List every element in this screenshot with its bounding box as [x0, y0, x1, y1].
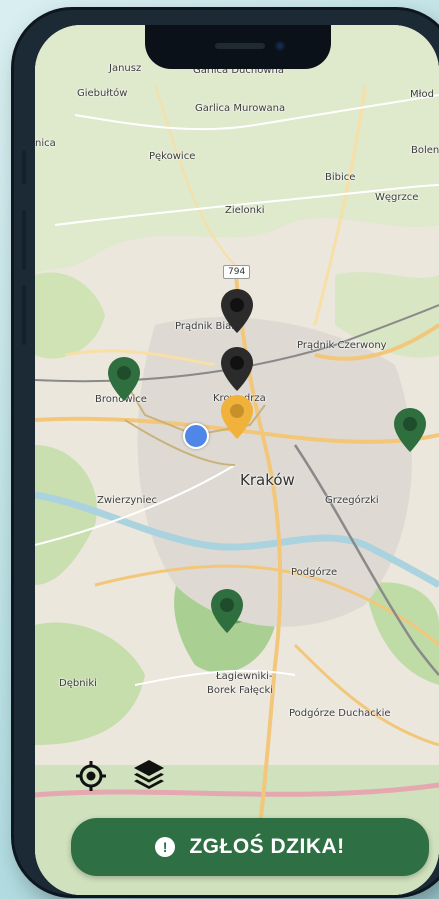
map-label: Garlica Murowana — [195, 103, 286, 114]
map-label: Borek Fałęcki — [207, 685, 274, 696]
user-location-dot — [183, 423, 209, 449]
map-label: Podgórze — [291, 567, 338, 578]
road-number-badge: 794 — [223, 265, 251, 279]
sighting-pin-selected[interactable] — [220, 394, 254, 440]
map-label: Zwierzyniec — [97, 495, 158, 506]
map-label-city: Kraków — [240, 471, 295, 489]
exclamation-icon: ! — [155, 837, 176, 857]
map-label: Pękowice — [149, 151, 196, 162]
map-label: nica — [35, 138, 56, 149]
map-label: Prądnik Czerwony — [297, 340, 387, 351]
map-label: Janusz — [109, 63, 142, 74]
map-label: Podgórze Duchackie — [289, 708, 391, 719]
map-label: Grzegórzki — [325, 495, 379, 506]
map-label: Młod — [410, 89, 434, 100]
crosshair-icon[interactable] — [73, 758, 109, 794]
sighting-pin-green[interactable] — [210, 588, 244, 634]
phone-side-button — [22, 210, 26, 270]
map-label: Węgrzce — [375, 192, 419, 203]
app-screen: Janusz Garlica Duchowna Giebułtów Garlic… — [35, 25, 439, 895]
phone-side-button — [22, 150, 26, 184]
sighting-pin-green[interactable] — [393, 407, 427, 453]
map-label: Łagiewniki- — [216, 671, 273, 682]
map-label: Bolen — [411, 145, 439, 156]
map-label: Zielonki — [225, 205, 265, 216]
report-button-label: ZGŁOŚ DZIKA! — [189, 835, 345, 858]
sighting-pin-green[interactable] — [107, 356, 141, 402]
sighting-pin-dark[interactable] — [220, 346, 254, 392]
sighting-pin-dark[interactable] — [220, 288, 254, 334]
phone-side-button — [22, 285, 26, 345]
phone-notch — [145, 25, 331, 69]
map-label: Dębniki — [59, 678, 97, 689]
map-label: Giebułtów — [77, 88, 128, 99]
phone-frame: Janusz Garlica Duchowna Giebułtów Garlic… — [14, 10, 439, 895]
report-boar-button[interactable]: ! ZGŁOŚ DZIKA! — [71, 818, 429, 876]
layers-icon[interactable] — [131, 756, 167, 792]
map-label: Bibice — [325, 172, 356, 183]
